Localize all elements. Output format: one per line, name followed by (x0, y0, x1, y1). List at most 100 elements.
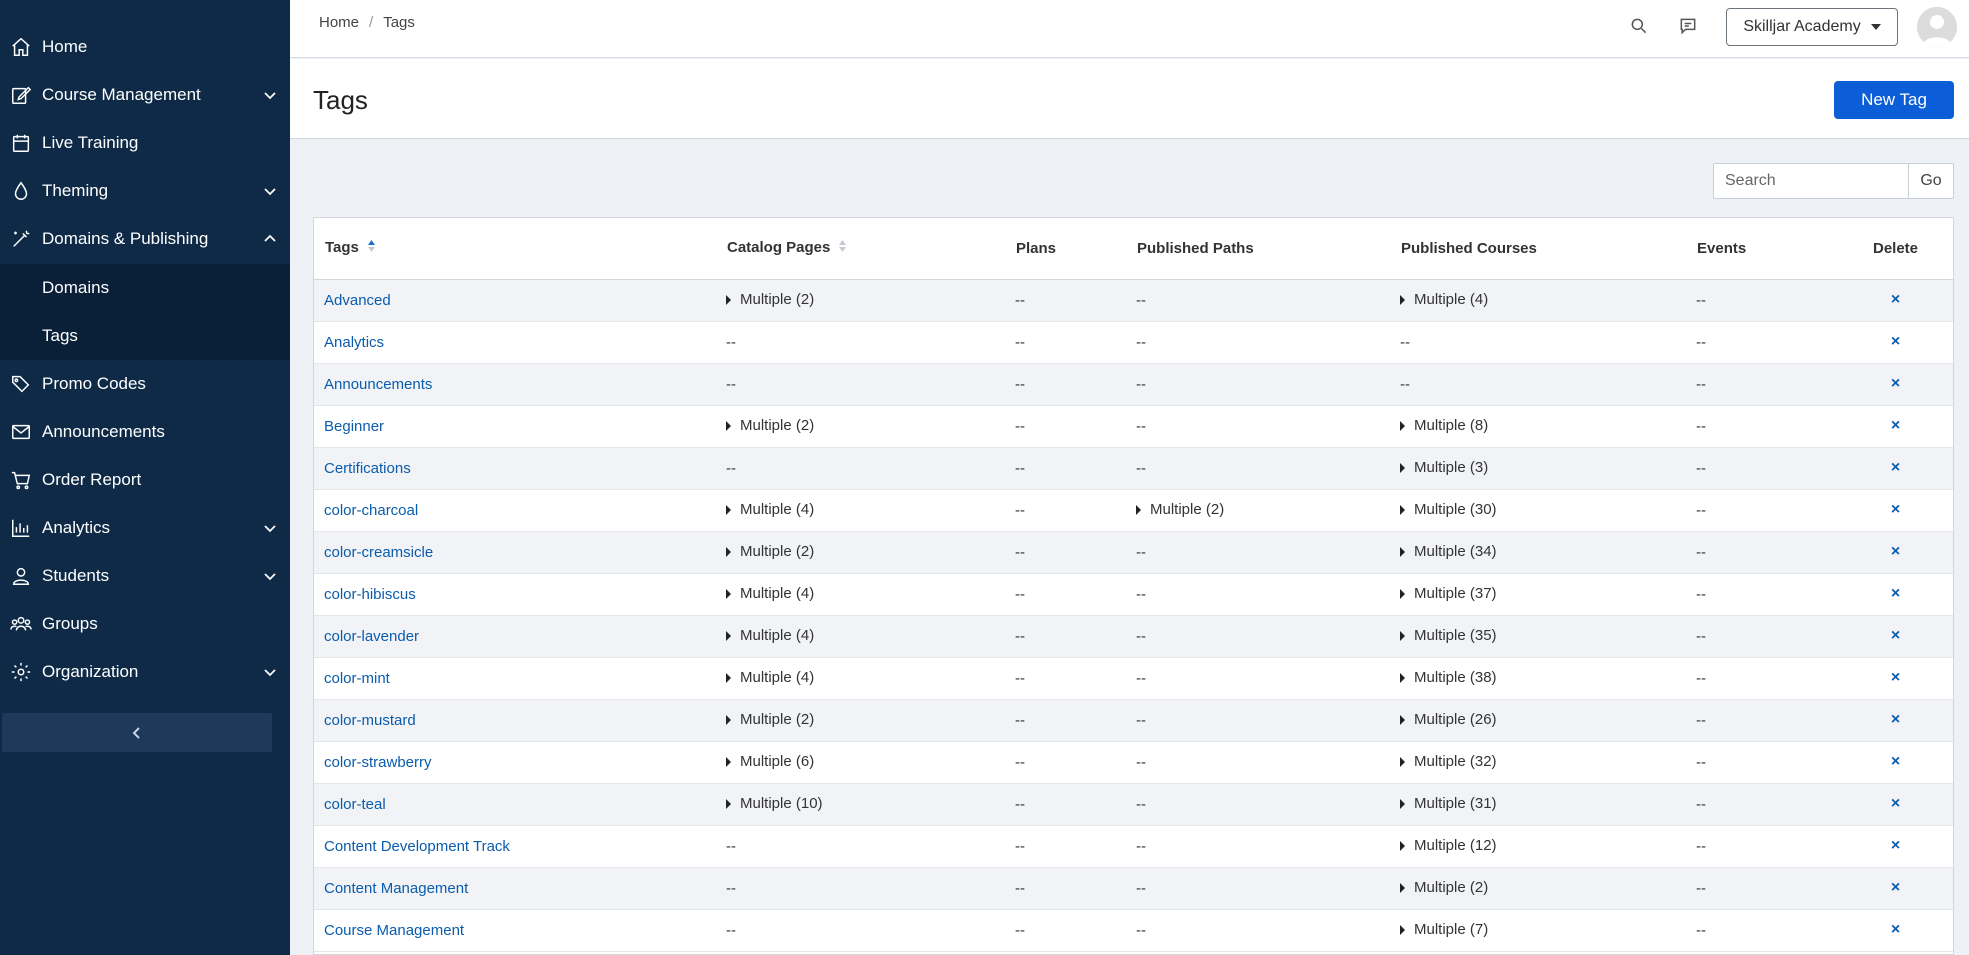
edit-icon (0, 84, 42, 106)
tag-link[interactable]: color-creamsicle (324, 544, 433, 561)
breadcrumb-home[interactable]: Home (319, 14, 359, 31)
published-courses-expander[interactable]: Multiple (4) (1400, 291, 1488, 308)
column-header-catalog-pages[interactable]: Catalog Pages (716, 218, 1005, 280)
tag-cell: Content Management (314, 867, 716, 910)
catalog-pages-expander[interactable]: Multiple (4) (726, 501, 814, 518)
tag-link[interactable]: Announcements (324, 376, 432, 393)
sidebar-item-label: Students (42, 566, 110, 585)
published-courses-expander[interactable]: Multiple (30) (1400, 501, 1497, 518)
search-icon[interactable] (1627, 14, 1651, 38)
delete-icon[interactable]: × (1891, 627, 1900, 645)
tag-link[interactable]: color-mint (324, 670, 390, 687)
sidebar-item-analytics[interactable]: Analytics (0, 504, 290, 552)
catalog-pages-expander[interactable]: Multiple (10) (726, 795, 823, 812)
tag-link[interactable]: Analytics (324, 334, 384, 351)
published-courses-expander[interactable]: Multiple (12) (1400, 837, 1497, 854)
delete-icon[interactable]: × (1891, 711, 1900, 729)
tag-link[interactable]: Beginner (324, 418, 384, 435)
catalog-pages-expander[interactable]: Multiple (2) (726, 291, 814, 308)
tag-link[interactable]: Content Management (324, 880, 468, 897)
tag-link[interactable]: Course Management (324, 922, 464, 939)
sidebar-item-live-training[interactable]: Live Training (0, 119, 290, 167)
published-paths-value: -- (1136, 585, 1146, 603)
sidebar-subitem-tags[interactable]: Tags (0, 312, 290, 360)
published-courses-expander[interactable]: Multiple (26) (1400, 711, 1497, 728)
tag-link[interactable]: color-hibiscus (324, 586, 416, 603)
delete-icon[interactable]: × (1891, 879, 1900, 897)
tag-cell: color-lavender (314, 615, 716, 658)
published-courses-expander[interactable]: Multiple (32) (1400, 753, 1497, 770)
avatar[interactable] (1917, 7, 1957, 47)
delete-icon[interactable]: × (1891, 753, 1900, 771)
published-paths-cell: -- (1126, 657, 1390, 700)
sidebar-item-announcements[interactable]: Announcements (0, 408, 290, 456)
plans-value: -- (1015, 837, 1025, 855)
tag-link[interactable]: color-charcoal (324, 502, 418, 519)
sidebar-item-organization[interactable]: Organization (0, 648, 290, 696)
tag-link[interactable]: Certifications (324, 460, 411, 477)
chevron-up-icon (250, 232, 290, 246)
catalog-pages-expander[interactable]: Multiple (2) (726, 417, 814, 434)
column-header-tags[interactable]: Tags (314, 218, 716, 280)
catalog-pages-expander[interactable]: Multiple (2) (726, 543, 814, 560)
events-value: -- (1696, 669, 1706, 687)
sidebar-item-groups[interactable]: Groups (0, 600, 290, 648)
delete-icon[interactable]: × (1891, 333, 1900, 351)
delete-icon[interactable]: × (1891, 417, 1900, 435)
tag-link[interactable]: color-teal (324, 796, 386, 813)
catalog-pages-expander[interactable]: Multiple (4) (726, 627, 814, 644)
events-cell: -- (1686, 825, 1836, 868)
sidebar-item-course-management[interactable]: Course Management (0, 71, 290, 119)
sidebar-item-promo-codes[interactable]: Promo Codes (0, 360, 290, 408)
table-row: Course Management -- -- -- Multiple (7) -- × (314, 909, 1953, 952)
catalog-pages-expander[interactable]: Multiple (4) (726, 585, 814, 602)
published-courses-expander[interactable]: Multiple (2) (1400, 879, 1488, 896)
delete-icon[interactable]: × (1891, 795, 1900, 813)
tag-link[interactable]: Content Development Track (324, 838, 510, 855)
sidebar-item-order-report[interactable]: Order Report (0, 456, 290, 504)
published-courses-expander[interactable]: Multiple (34) (1400, 543, 1497, 560)
delete-icon[interactable]: × (1891, 375, 1900, 393)
sidebar-item-students[interactable]: Students (0, 552, 290, 600)
catalog-pages-expander[interactable]: Multiple (2) (726, 711, 814, 728)
catalog-pages-cell: Multiple (4) (716, 573, 1005, 616)
catalog-pages-value: Multiple (6) (740, 753, 815, 771)
go-button[interactable]: Go (1908, 163, 1954, 199)
table-row: Advanced Multiple (2) -- -- Multiple (4) -- × (314, 279, 1953, 322)
catalog-pages-expander[interactable]: Multiple (4) (726, 669, 814, 686)
published-courses-expander[interactable]: Multiple (31) (1400, 795, 1497, 812)
published-courses-expander[interactable]: Multiple (3) (1400, 459, 1488, 476)
delete-icon[interactable]: × (1891, 459, 1900, 477)
delete-icon[interactable]: × (1891, 921, 1900, 939)
published-courses-expander[interactable]: Multiple (38) (1400, 669, 1497, 686)
tag-link[interactable]: color-mustard (324, 712, 416, 729)
organization-dropdown[interactable]: Skilljar Academy (1726, 8, 1898, 46)
delete-icon[interactable]: × (1891, 291, 1900, 309)
collapse-sidebar-button[interactable] (2, 713, 272, 752)
published-courses-expander[interactable]: Multiple (7) (1400, 921, 1488, 938)
tag-link[interactable]: Advanced (324, 292, 391, 309)
tag-link[interactable]: color-lavender (324, 628, 419, 645)
new-tag-button[interactable]: New Tag (1834, 81, 1954, 119)
published-courses-expander[interactable]: Multiple (37) (1400, 585, 1497, 602)
delete-icon[interactable]: × (1891, 669, 1900, 687)
search-input[interactable] (1713, 163, 1908, 199)
sidebar-item-domains-publishing[interactable]: Domains & Publishing (0, 215, 290, 263)
sidebar-item-home[interactable]: Home (0, 23, 290, 71)
sidebar-item-theming[interactable]: Theming (0, 167, 290, 215)
delete-icon[interactable]: × (1891, 585, 1900, 603)
published-courses-cell: Multiple (37) (1390, 573, 1686, 616)
sidebar-subitem-domains[interactable]: Domains (0, 264, 290, 312)
delete-icon[interactable]: × (1891, 501, 1900, 519)
delete-icon[interactable]: × (1891, 837, 1900, 855)
published-courses-expander[interactable]: Multiple (35) (1400, 627, 1497, 644)
tag-link[interactable]: color-strawberry (324, 754, 432, 771)
catalog-pages-expander[interactable]: Multiple (6) (726, 753, 814, 770)
catalog-pages-value: Multiple (2) (740, 543, 815, 561)
delete-icon[interactable]: × (1891, 543, 1900, 561)
published-courses-expander[interactable]: Multiple (8) (1400, 417, 1488, 434)
chat-icon[interactable] (1676, 14, 1700, 38)
catalog-pages-value: Multiple (4) (740, 669, 815, 687)
published-paths-expander[interactable]: Multiple (2) (1136, 501, 1224, 518)
catalog-pages-cell: Multiple (2) (716, 279, 1005, 322)
